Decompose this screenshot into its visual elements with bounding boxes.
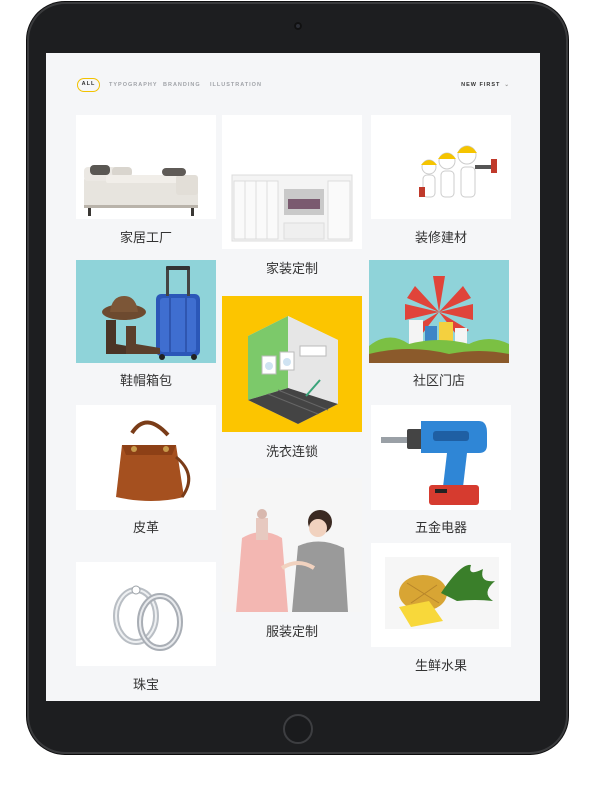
- wardrobe-image: [222, 115, 362, 249]
- filter-all[interactable]: ALL: [77, 78, 100, 92]
- card-label: 生鲜水果: [414, 659, 467, 674]
- sort-dropdown[interactable]: NEW FIRST ⌄: [461, 78, 510, 92]
- town-image: [369, 260, 509, 363]
- filter-illustration[interactable]: ILLUSTRATION: [210, 78, 262, 92]
- rings-image: [76, 562, 216, 666]
- sofa-image: [76, 115, 216, 219]
- card-label: 鞋帽箱包: [119, 374, 172, 389]
- card-label: 装修建材: [414, 231, 467, 246]
- drill-image: [371, 405, 511, 510]
- filter-typography[interactable]: TYPOGRAPHY: [109, 78, 158, 92]
- pineapple-image: [371, 543, 511, 647]
- handbag-image: [76, 405, 216, 510]
- filter-branding[interactable]: BRANDING: [163, 78, 201, 92]
- card-label: 珠宝: [132, 678, 159, 693]
- sort-label: NEW FIRST: [461, 82, 501, 88]
- luggage-image: [76, 260, 216, 363]
- chevron-down-icon: ⌄: [504, 82, 510, 88]
- laundry-room-image: [222, 296, 362, 432]
- card-label: 洗衣连锁: [265, 445, 318, 460]
- card-label: 服装定制: [265, 625, 318, 640]
- screen: ALL TYPOGRAPHY BRANDING ILLUSTRATION NEW…: [46, 53, 540, 701]
- card-label: 五金电器: [414, 521, 467, 536]
- card-label: 家居工厂: [119, 231, 172, 246]
- card-label: 社区门店: [412, 374, 465, 389]
- workers-image: [371, 115, 511, 219]
- card-label: 家装定制: [265, 262, 318, 277]
- tailor-image: [222, 478, 362, 612]
- card-label: 皮革: [132, 521, 159, 536]
- home-button[interactable]: [283, 714, 313, 744]
- camera-icon: [294, 22, 302, 30]
